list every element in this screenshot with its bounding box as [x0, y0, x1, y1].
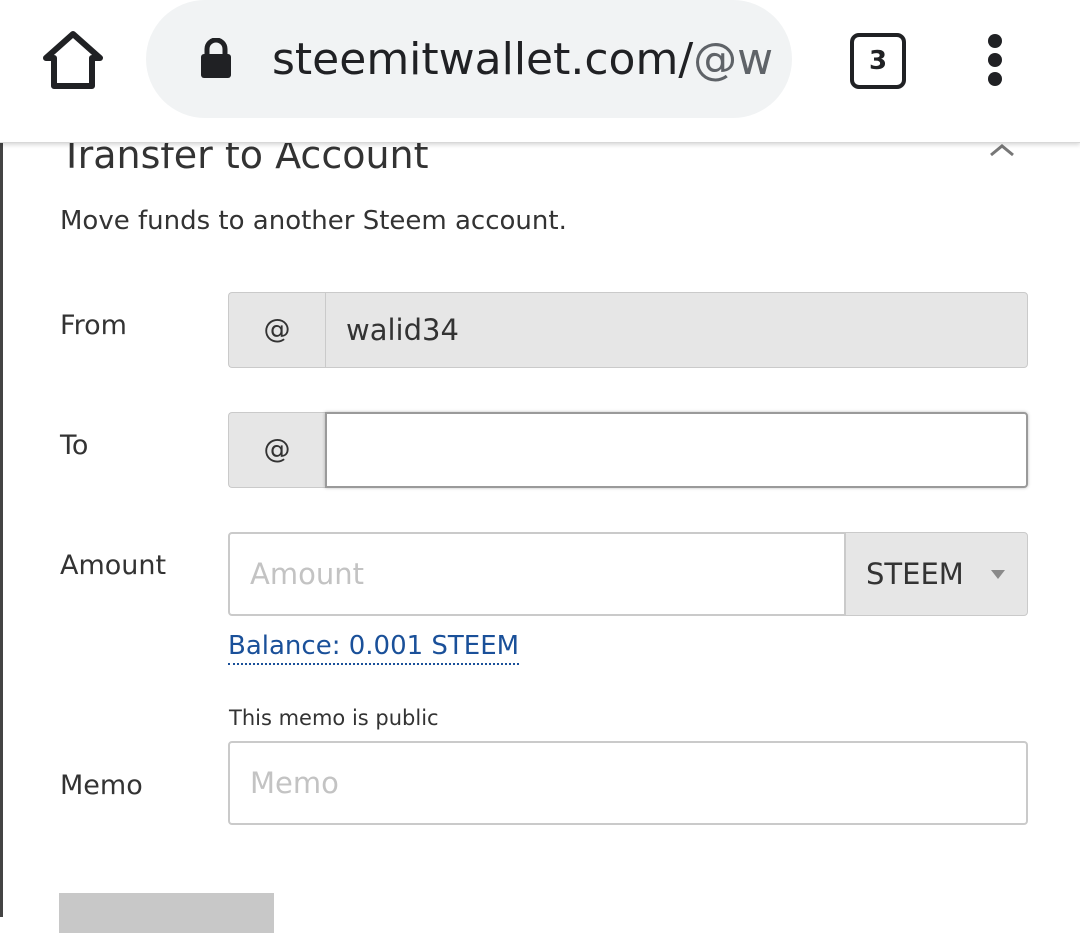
to-at-addon: @: [228, 412, 325, 488]
url-text[interactable]: steemitwallet.com/@w: [272, 34, 772, 86]
amount-input[interactable]: [228, 532, 846, 616]
from-at-addon: @: [228, 292, 325, 368]
dialog-subtitle: Move funds to another Steem account.: [60, 206, 567, 236]
memo-input[interactable]: [228, 741, 1028, 825]
transfer-dialog: Transfer to Account Move funds to anothe…: [0, 133, 1080, 933]
to-input[interactable]: [325, 412, 1028, 488]
balance-link[interactable]: Balance: 0.001 STEEM: [228, 629, 520, 665]
amount-label: Amount: [60, 550, 167, 581]
memo-label: Memo: [60, 770, 143, 801]
lock-icon: [198, 37, 234, 80]
asset-select-value: STEEM: [866, 557, 964, 591]
caret-down-icon: [991, 570, 1005, 579]
home-icon[interactable]: [40, 28, 106, 92]
more-vert-icon[interactable]: [980, 34, 1014, 86]
chevron-up-icon[interactable]: [989, 142, 1015, 157]
url-path: @w: [693, 34, 772, 85]
asset-select[interactable]: STEEM: [845, 532, 1028, 616]
url-domain: steemitwallet.com/: [272, 34, 694, 85]
from-input: [325, 292, 1028, 368]
to-label: To: [60, 430, 89, 461]
from-label: From: [60, 310, 127, 341]
submit-button[interactable]: [59, 893, 274, 933]
browser-toolbar: steemitwallet.com/@w 3: [0, 0, 1080, 143]
memo-public-note: This memo is public: [229, 706, 439, 730]
tab-switcher-button[interactable]: 3: [850, 33, 906, 89]
